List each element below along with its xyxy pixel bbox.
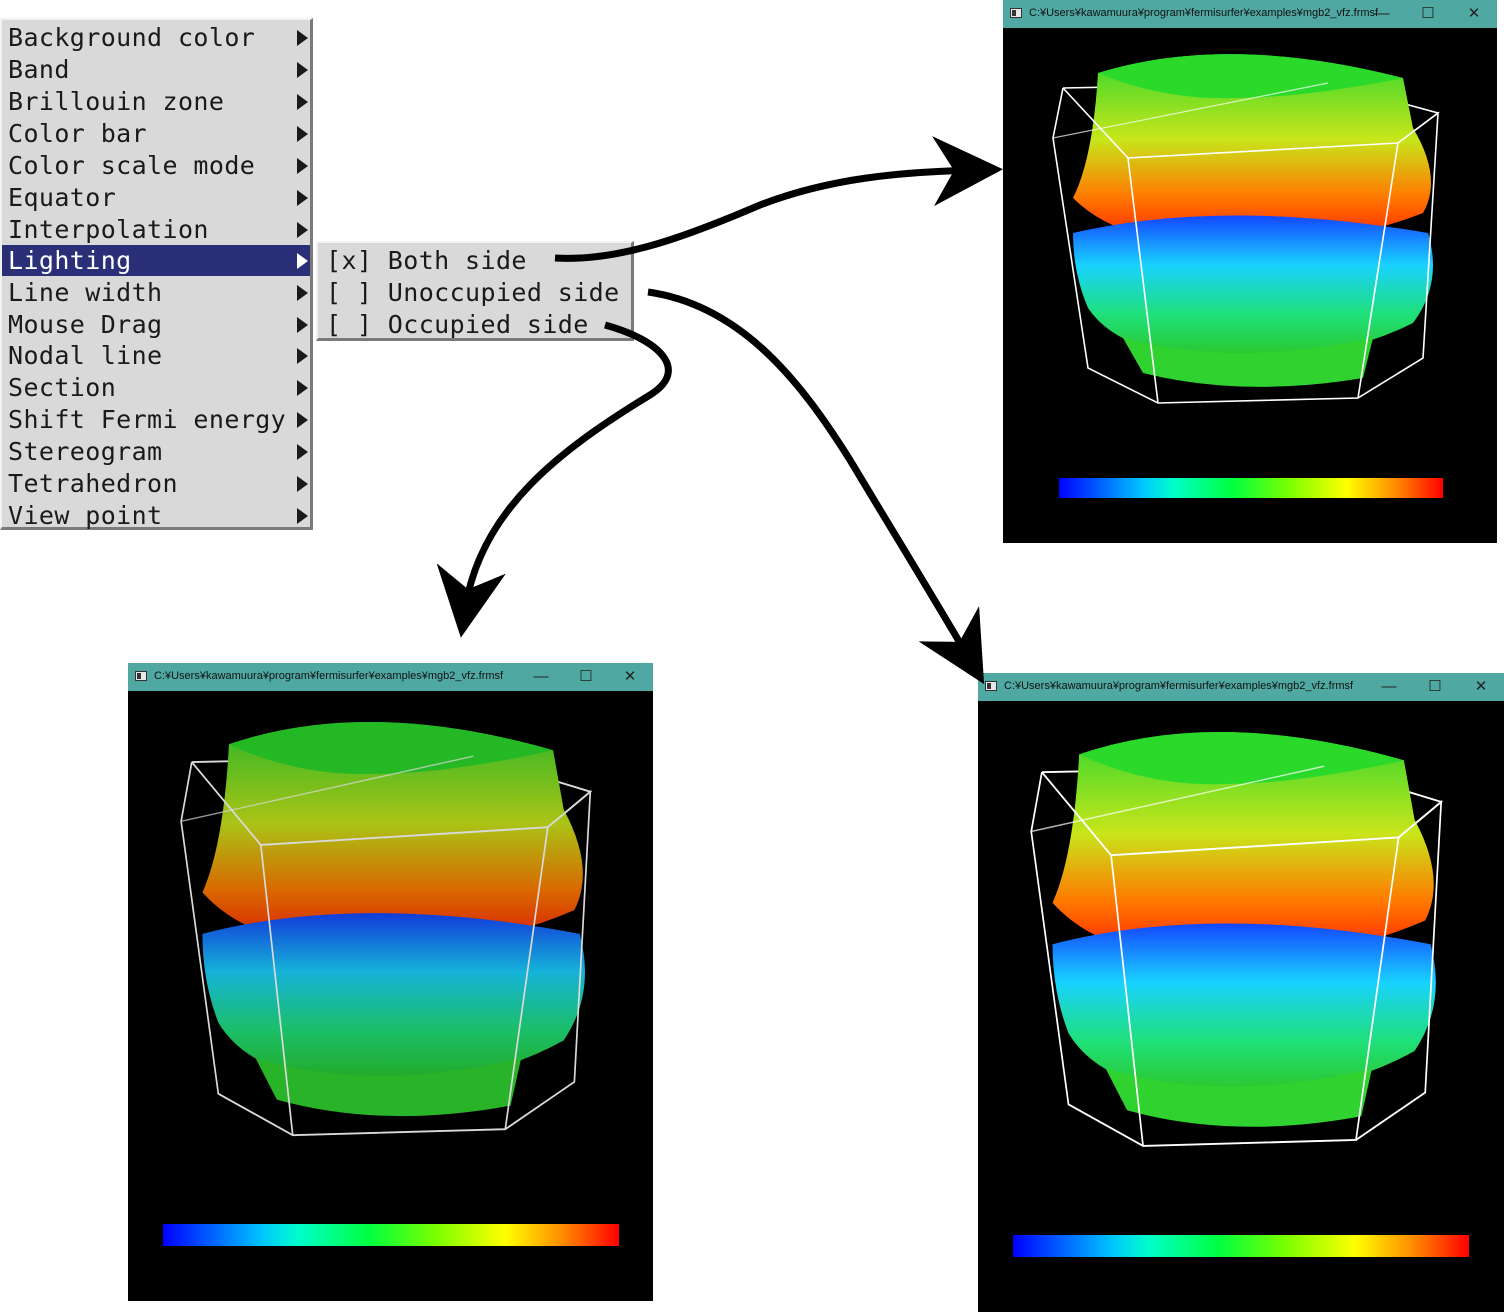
menu-item-label: Tetrahedron [8,469,178,498]
submenu-arrow-icon [297,30,308,46]
window-titlebar: C:¥Users¥kawamuura¥program¥fermisurfer¥e… [978,673,1504,701]
menu-item-equator[interactable]: Equator [2,182,310,213]
menu-item-view-point[interactable]: View point [2,500,310,531]
submenu-item-occupied-side[interactable]: [ ] Occupied side [318,309,631,340]
menu-item-nodal-line[interactable]: Nodal line [2,340,310,371]
submenu-arrow-icon [297,285,308,301]
fermi-surface-render [1052,53,1439,404]
menu-item-label: Nodal line [8,341,163,370]
submenu-arrow-icon [297,222,308,238]
menu-item-label: Shift Fermi energy [8,405,287,434]
submenu-arrow-icon [297,508,308,524]
close-button[interactable]: ✕ [1451,0,1497,28]
menu-item-lighting[interactable]: Lighting [2,245,310,276]
menu-item-label: View point [8,501,163,530]
submenu-arrow-icon [297,190,308,206]
submenu-arrow-icon [297,126,308,142]
menu-item-tetrahedron[interactable]: Tetrahedron [2,468,310,499]
window-title: C:¥Users¥kawamuura¥program¥fermisurfer¥e… [1029,7,1379,19]
minimize-button[interactable]: — [1366,673,1412,701]
arrow-unoccupied-side [647,288,985,685]
close-button[interactable]: ✕ [607,663,653,691]
menu-item-label: Mouse Drag [8,310,163,339]
close-button[interactable]: ✕ [1458,673,1504,701]
menu-item-background-color[interactable]: Background color [2,22,310,53]
menu-item-label: Band [8,55,70,84]
menu-item-color-bar[interactable]: Color bar [2,118,310,149]
menu-item-label: Equator [8,183,117,212]
app-icon [985,681,997,691]
fermisurfer-window-unoccupied-side: C:¥Users¥kawamuura¥program¥fermisurfer¥e… [978,673,1504,1312]
maximize-button[interactable]: ☐ [563,663,609,691]
menu-item-color-scale-mode[interactable]: Color scale mode [2,150,310,181]
menu-item-shift-fermi-energy[interactable]: Shift Fermi energy [2,404,310,435]
submenu-item-unoccupied-side[interactable]: [ ] Unoccupied side [318,277,631,308]
window-titlebar: C:¥Users¥kawamuura¥program¥fermisurfer¥e… [1003,0,1497,28]
submenu-arrow-icon [297,476,308,492]
submenu-arrow-icon [297,348,308,364]
window-title: C:¥Users¥kawamuura¥program¥fermisurfer¥e… [154,670,504,682]
menu-item-stereogram[interactable]: Stereogram [2,436,310,467]
fermi-surface-viewport[interactable] [1003,28,1497,543]
color-bar [163,1224,619,1246]
app-icon [1010,8,1022,18]
menu-item-band[interactable]: Band [2,54,310,85]
fermi-surface-viewport[interactable] [978,701,1504,1312]
menu-item-label: Lighting [8,246,132,275]
menu-item-label: Color bar [8,119,148,148]
menu-item-label: Color scale mode [8,151,256,180]
submenu-arrow-icon [297,317,308,333]
submenu-arrow-icon [297,94,308,110]
fermi-surface-viewport[interactable] [128,691,653,1301]
menu-item-interpolation[interactable]: Interpolation [2,214,310,245]
arrow-occupied-side [436,321,672,638]
fermi-surface-render [180,721,592,1137]
window-title: C:¥Users¥kawamuura¥program¥fermisurfer¥e… [1004,680,1354,692]
minimize-button[interactable]: — [518,663,564,691]
submenu-arrow-icon [297,380,308,396]
menu-item-section[interactable]: Section [2,372,310,403]
menu-item-label: Brillouin zone [8,87,225,116]
submenu-arrow-icon [297,62,308,78]
maximize-button[interactable]: ☐ [1405,0,1451,28]
window-titlebar: C:¥Users¥kawamuura¥program¥fermisurfer¥e… [128,663,653,691]
maximize-button[interactable]: ☐ [1412,673,1458,701]
color-bar [1013,1235,1469,1257]
menu-item-label: Background color [8,23,256,52]
menu-item-line-width[interactable]: Line width [2,277,310,308]
menu-item-mouse-drag[interactable]: Mouse Drag [2,309,310,340]
app-icon [135,671,147,681]
menu-item-label: Section [8,373,117,402]
submenu-arrow-icon [297,253,308,269]
submenu-arrow-icon [297,444,308,460]
menu-item-label: Interpolation [8,215,209,244]
menu-item-brillouin-zone[interactable]: Brillouin zone [2,86,310,117]
menu-item-label: Line width [8,278,163,307]
fermi-surface-render [1030,731,1443,1147]
fermisurfer-window-occupied-side: C:¥Users¥kawamuura¥program¥fermisurfer¥e… [128,663,653,1301]
lighting-submenu: [x] Both side [ ] Unoccupied side [ ] Oc… [316,241,634,341]
fermisurfer-window-both-side: C:¥Users¥kawamuura¥program¥fermisurfer¥e… [1003,0,1497,543]
minimize-button[interactable]: — [1359,0,1405,28]
color-bar [1059,478,1443,498]
main-menu: Background color Band Brillouin zone Col… [0,18,313,530]
submenu-arrow-icon [297,158,308,174]
submenu-arrow-icon [297,412,308,428]
submenu-item-both-side[interactable]: [x] Both side [318,245,631,276]
menu-item-label: Stereogram [8,437,163,466]
